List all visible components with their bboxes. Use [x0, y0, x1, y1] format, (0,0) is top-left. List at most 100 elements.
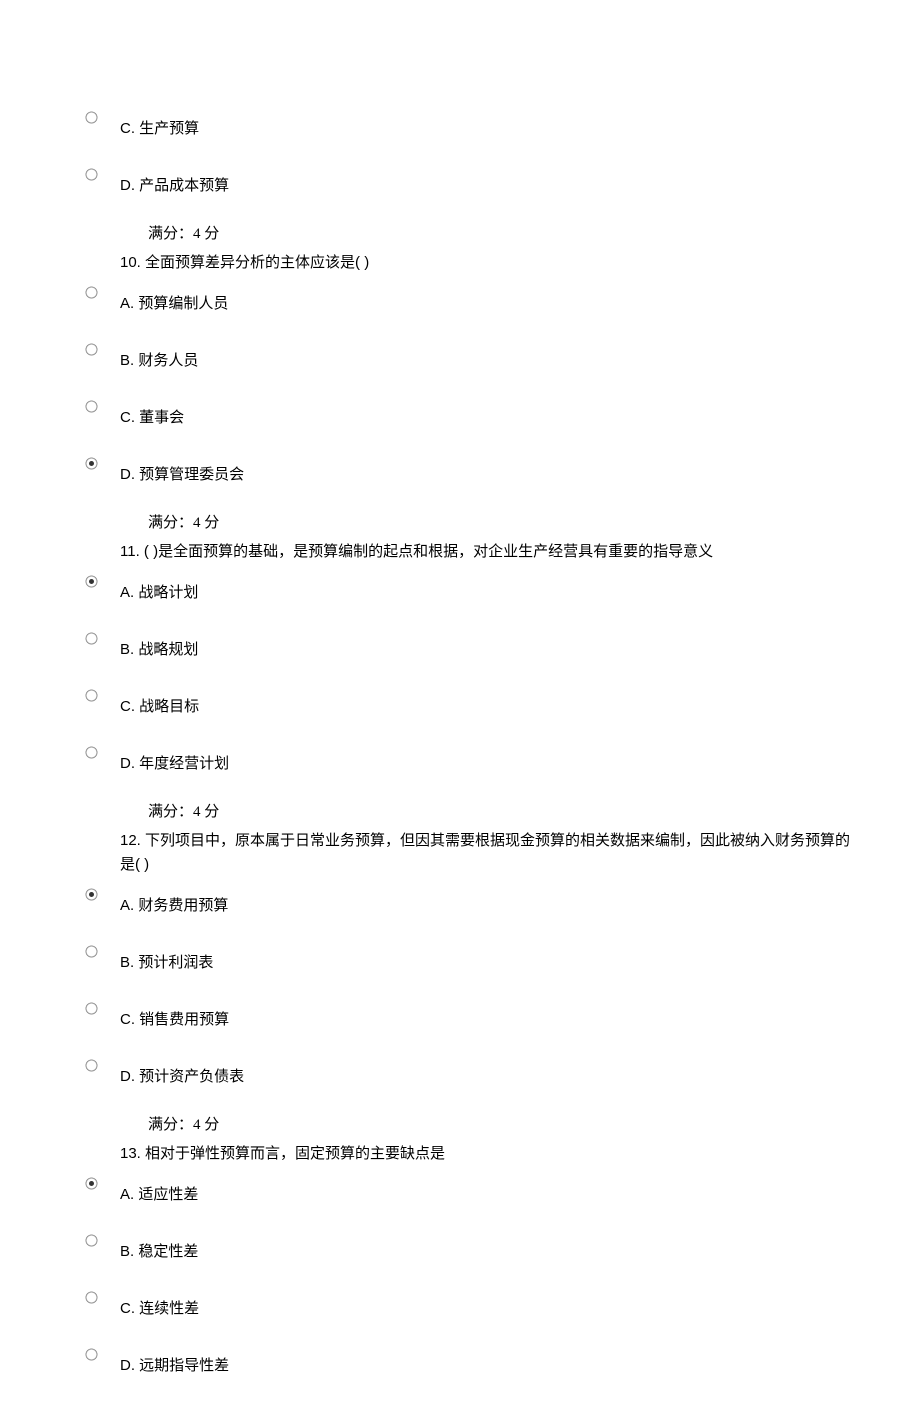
radio-unselected-icon[interactable]	[85, 1002, 98, 1015]
option-letter: B.	[120, 352, 134, 369]
option-row: D. 预计资产负债表	[85, 1058, 860, 1087]
option-letter: B.	[120, 954, 134, 971]
option-body: 预算管理委员会	[139, 466, 244, 483]
option-row: B. 战略规划	[85, 631, 860, 660]
option-letter: B.	[120, 641, 134, 658]
score-line: 满分：4 分	[148, 513, 860, 534]
option-letter: B.	[120, 1243, 134, 1260]
score-line: 满分：4 分	[148, 224, 860, 245]
option-text: A. 适应性差	[120, 1176, 198, 1205]
radio-unselected-icon[interactable]	[85, 168, 98, 181]
radio-unselected-icon[interactable]	[85, 746, 98, 759]
option-row: A. 适应性差	[85, 1176, 860, 1205]
radio-selected-icon[interactable]	[85, 1177, 98, 1190]
option-text: D. 年度经营计划	[120, 745, 229, 774]
question-text: 12. 下列项目中，原本属于日常业务预算，但因其需要根据现金预算的相关数据来编制…	[120, 829, 860, 877]
option-row: A. 预算编制人员	[85, 285, 860, 314]
option-text: C. 连续性差	[120, 1290, 199, 1319]
option-body: 生产预算	[139, 120, 199, 137]
radio-selected-icon[interactable]	[85, 888, 98, 901]
option-row: B. 稳定性差	[85, 1233, 860, 1262]
question-block: 满分：4 分12. 下列项目中，原本属于日常业务预算，但因其需要根据现金预算的相…	[120, 802, 860, 877]
radio-unselected-icon[interactable]	[85, 945, 98, 958]
option-row: D. 远期指导性差	[85, 1347, 860, 1376]
option-text: C. 生产预算	[120, 110, 199, 139]
option-body: 财务人员	[138, 352, 198, 369]
option-letter: C.	[120, 409, 135, 426]
option-letter: C.	[120, 120, 135, 137]
question-number: 11.	[120, 543, 140, 560]
option-text: C. 销售费用预算	[120, 1001, 229, 1030]
question-text: 11. ( )是全面预算的基础，是预算编制的起点和根据，对企业生产经营具有重要的…	[120, 540, 860, 564]
option-body: 稳定性差	[138, 1243, 198, 1260]
option-text: C. 董事会	[120, 399, 184, 428]
radio-unselected-icon[interactable]	[85, 689, 98, 702]
question-block: 满分：4 分 13. 相对于弹性预算而言，固定预算的主要缺点是	[120, 1115, 860, 1166]
option-body: 战略计划	[138, 584, 198, 601]
radio-unselected-icon[interactable]	[85, 343, 98, 356]
option-row: A. 财务费用预算	[85, 887, 860, 916]
radio-unselected-icon[interactable]	[85, 632, 98, 645]
question-block: 满分：4 分 11. ( )是全面预算的基础，是预算编制的起点和根据，对企业生产经…	[120, 513, 860, 564]
radio-selected-icon[interactable]	[85, 575, 98, 588]
option-row: D. 产品成本预算	[85, 167, 860, 196]
option-text: D. 远期指导性差	[120, 1347, 229, 1376]
option-text: D. 预算管理委员会	[120, 456, 244, 485]
option-body: 预计资产负债表	[139, 1068, 244, 1085]
option-row: D. 年度经营计划	[85, 745, 860, 774]
question-number: 12.	[120, 832, 141, 849]
option-letter: D.	[120, 1357, 135, 1374]
radio-unselected-icon[interactable]	[85, 1291, 98, 1304]
question-body: 全面预算差异分析的主体应该是( )	[145, 254, 369, 271]
option-text: B. 预计利润表	[120, 944, 213, 973]
question-number: 13.	[120, 1145, 141, 1162]
option-letter: C.	[120, 1300, 135, 1317]
question-block: 满分：4 分 10. 全面预算差异分析的主体应该是( )	[120, 224, 860, 275]
option-body: 预算编制人员	[138, 295, 228, 312]
option-row: C. 生产预算	[85, 110, 860, 139]
radio-unselected-icon[interactable]	[85, 1234, 98, 1247]
radio-unselected-icon[interactable]	[85, 1348, 98, 1361]
option-body: 战略规划	[138, 641, 198, 658]
option-body: 预计利润表	[138, 954, 213, 971]
question-body: ( )是全面预算的基础，是预算编制的起点和根据，对企业生产经营具有重要的指导意义	[144, 543, 713, 560]
question-body: 下列项目中，原本属于日常业务预算，但因其需要根据现金预算的相关数据来编制，因此被…	[120, 832, 850, 873]
option-text: B. 战略规划	[120, 631, 198, 660]
option-letter: A.	[120, 897, 134, 914]
question-text: 13. 相对于弹性预算而言，固定预算的主要缺点是	[120, 1142, 860, 1166]
option-text: A. 预算编制人员	[120, 285, 228, 314]
option-body: 远期指导性差	[139, 1357, 229, 1374]
option-letter: D.	[120, 177, 135, 194]
radio-unselected-icon[interactable]	[85, 111, 98, 124]
option-row: C. 战略目标	[85, 688, 860, 717]
option-letter: D.	[120, 1068, 135, 1085]
option-body: 连续性差	[139, 1300, 199, 1317]
option-row: A. 战略计划	[85, 574, 860, 603]
option-body: 董事会	[139, 409, 184, 426]
option-row: C. 销售费用预算	[85, 1001, 860, 1030]
option-text: B. 稳定性差	[120, 1233, 198, 1262]
option-body: 销售费用预算	[139, 1011, 229, 1028]
option-row: D. 预算管理委员会	[85, 456, 860, 485]
score-line: 满分：4 分	[148, 1115, 860, 1136]
question-body: 相对于弹性预算而言，固定预算的主要缺点是	[145, 1145, 445, 1162]
radio-unselected-icon[interactable]	[85, 400, 98, 413]
option-letter: D.	[120, 755, 135, 772]
option-text: C. 战略目标	[120, 688, 199, 717]
option-row: B. 财务人员	[85, 342, 860, 371]
radio-selected-icon[interactable]	[85, 457, 98, 470]
question-text: 10. 全面预算差异分析的主体应该是( )	[120, 251, 860, 275]
option-body: 产品成本预算	[139, 177, 229, 194]
option-letter: D.	[120, 466, 135, 483]
radio-unselected-icon[interactable]	[85, 286, 98, 299]
question-number: 10.	[120, 254, 141, 271]
radio-unselected-icon[interactable]	[85, 1059, 98, 1072]
option-text: B. 财务人员	[120, 342, 198, 371]
option-text: A. 财务费用预算	[120, 887, 228, 916]
option-body: 战略目标	[139, 698, 199, 715]
option-body: 适应性差	[138, 1186, 198, 1203]
option-letter: C.	[120, 1011, 135, 1028]
option-letter: A.	[120, 295, 134, 312]
option-letter: C.	[120, 698, 135, 715]
option-body: 财务费用预算	[138, 897, 228, 914]
